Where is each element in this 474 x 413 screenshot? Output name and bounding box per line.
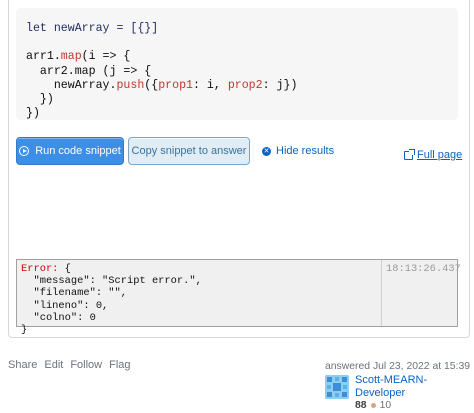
hide-results-link[interactable]: ✕ Hide results — [262, 143, 334, 159]
console-timestamp: 18:13:26.437 — [381, 260, 461, 326]
user-card: answered Jul 23, 2022 at 15:39 Scott-MEA… — [325, 360, 470, 413]
follow-link[interactable]: Follow — [70, 359, 102, 371]
play-icon — [19, 146, 30, 156]
hide-results-label: Hide results — [276, 145, 335, 157]
code-line: let newArray = [{}] — [26, 22, 448, 36]
code-line: newArray.push({prop1: i, prop2: j}) — [26, 79, 448, 93]
console-error-label: Error: — [21, 263, 59, 275]
code-token: arr2.map (j => { — [26, 64, 152, 78]
console-line: "message": "Script error.", — [21, 275, 202, 288]
code-token: let newArray = [{}] — [26, 22, 159, 35]
code-line: }) — [26, 107, 448, 121]
reputation-score: 88 — [355, 400, 367, 411]
code-token: map — [60, 50, 82, 64]
share-link[interactable]: Share — [8, 359, 37, 371]
copy-button-label: Copy snippet to answer — [131, 145, 247, 157]
post-menu: Share Edit Follow Flag — [8, 359, 131, 371]
run-button-label: Run code snippet — [35, 145, 121, 157]
bronze-badge-icon — [370, 403, 376, 408]
reputation-line: 88 10 — [355, 400, 391, 411]
code-token: }) — [26, 107, 40, 121]
console-line: "filename": "", — [21, 287, 128, 300]
user-avatar[interactable] — [325, 375, 349, 399]
code-token: prop1 — [158, 78, 194, 92]
console-line: "lineno": 0, — [21, 299, 109, 312]
answered-timestamp: answered Jul 23, 2022 at 15:39 — [325, 361, 470, 372]
user-name-link[interactable]: Scott-MEARN-Developer — [355, 374, 474, 400]
code-line: arr2.map (j => { — [26, 65, 448, 79]
full-page-link[interactable]: Full page — [404, 148, 462, 162]
console-line: "colno": 0 — [21, 311, 96, 324]
copy-snippet-button[interactable]: Copy snippet to answer — [128, 137, 250, 165]
flag-link[interactable]: Flag — [109, 359, 130, 371]
code-token: ({ — [144, 78, 159, 92]
code-block: let newArray = [{}] arr1.map(i => { arr2.… — [16, 8, 458, 120]
full-page-label: Full page — [417, 149, 463, 161]
code-token: push — [116, 78, 145, 92]
code-token: (i => { — [81, 50, 131, 64]
code-line: arr1.map(i => { — [26, 50, 448, 64]
run-code-snippet-button[interactable]: Run code snippet — [16, 137, 124, 165]
code-token: prop2 — [227, 78, 263, 92]
console-line: { — [58, 263, 71, 275]
code-token: arr1. — [26, 50, 61, 64]
console-output: Error: { "message": "Script error.", "fi… — [21, 263, 202, 336]
code-token: }) — [26, 92, 54, 106]
edit-link[interactable]: Edit — [44, 359, 63, 371]
code-line: }) — [26, 93, 448, 107]
code-token: newArray. — [26, 78, 117, 92]
close-circle-icon: ✕ — [262, 146, 271, 156]
console-line: } — [21, 324, 28, 337]
external-link-icon — [404, 148, 415, 160]
bronze-badge-count: 10 — [379, 400, 392, 411]
code-token: : j}) — [262, 78, 298, 92]
code-token: : i, — [193, 78, 228, 92]
result-console: Error: { "message": "Script error.", "fi… — [16, 259, 461, 336]
